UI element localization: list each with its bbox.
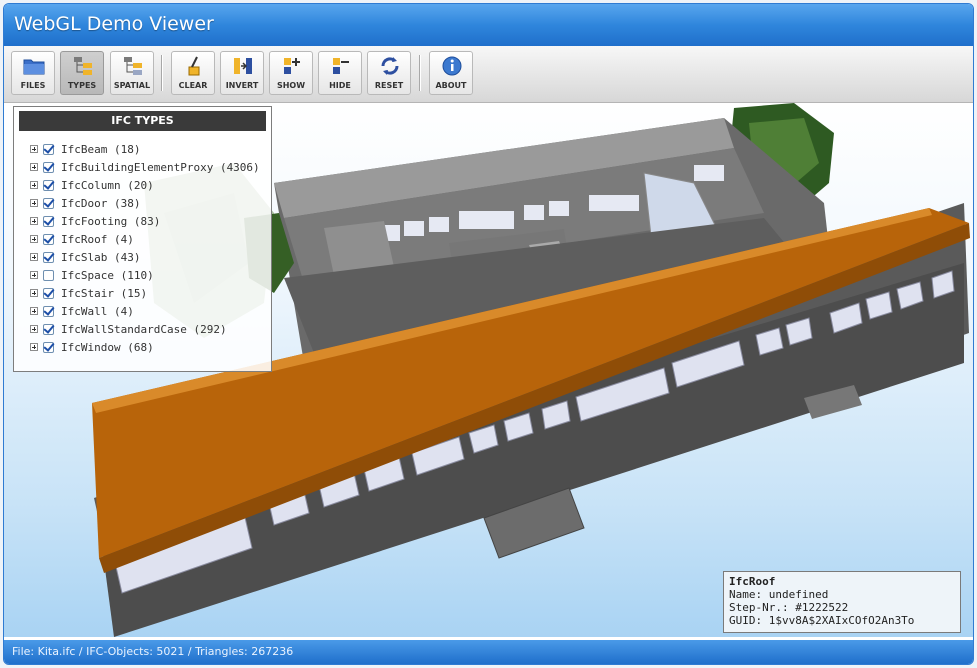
type-label: IfcBeam (18) (61, 143, 141, 156)
selection-info-box: IfcRoof Name: undefined Step-Nr.: #12225… (723, 571, 961, 633)
selected-step: Step-Nr.: #1222522 (729, 601, 849, 614)
expand-icon[interactable] (30, 235, 38, 243)
app-title: WebGL Demo Viewer (14, 13, 214, 35)
types-tree-icon (74, 57, 92, 75)
types-button[interactable]: TYPES (60, 51, 104, 95)
clear-icon (188, 56, 200, 76)
invert-button[interactable]: INVERT (220, 51, 264, 95)
type-label: IfcWall (4) (61, 305, 134, 318)
spatial-tree-icon (124, 57, 142, 75)
type-label: IfcWindow (68) (61, 341, 154, 354)
type-checkbox[interactable] (43, 162, 54, 173)
expand-icon[interactable] (30, 325, 38, 333)
toolbar: FILES TYPES SPATIAL CLEAR INVERT SHOW HI… (4, 46, 973, 103)
hide-button[interactable]: HIDE (318, 51, 362, 95)
expand-icon[interactable] (30, 343, 38, 351)
type-checkbox[interactable] (43, 270, 54, 281)
type-tree-item[interactable]: IfcBuildingElementProxy (4306) (14, 159, 271, 177)
type-tree-item[interactable]: IfcRoof (4) (14, 231, 271, 249)
type-label: IfcSpace (110) (61, 269, 154, 282)
type-label: IfcWallStandardCase (292) (61, 323, 227, 336)
type-label: IfcRoof (4) (61, 233, 134, 246)
type-checkbox[interactable] (43, 144, 54, 155)
expand-icon[interactable] (30, 253, 38, 261)
files-button[interactable]: FILES (11, 51, 55, 95)
hide-icon (333, 58, 349, 74)
title-bar: WebGL Demo Viewer (4, 4, 973, 46)
expand-icon[interactable] (30, 199, 38, 207)
expand-icon[interactable] (30, 163, 38, 171)
expand-icon[interactable] (30, 271, 38, 279)
expand-icon[interactable] (30, 217, 38, 225)
type-tree-item[interactable]: IfcWallStandardCase (292) (14, 321, 271, 339)
type-tree-item[interactable]: IfcStair (15) (14, 285, 271, 303)
type-tree-item[interactable]: IfcFooting (83) (14, 213, 271, 231)
type-label: IfcFooting (83) (61, 215, 161, 228)
type-tree-item[interactable]: IfcBeam (18) (14, 141, 271, 159)
reset-button[interactable]: RESET (367, 51, 411, 95)
selected-guid: GUID: 1$vv8A$2XAIxCOfO2An3To (729, 614, 915, 627)
toolbar-separator (161, 55, 163, 91)
3d-viewport[interactable]: IFC TYPES IfcBeam (18) IfcBuildingElement… (4, 103, 973, 637)
reset-icon (381, 57, 399, 75)
about-button[interactable]: ABOUT (429, 51, 473, 95)
type-checkbox[interactable] (43, 306, 54, 317)
ifc-type-tree: IfcBeam (18) IfcBuildingElementProxy (430… (14, 141, 271, 357)
type-checkbox[interactable] (43, 342, 54, 353)
toolbar-separator (419, 55, 421, 91)
ifc-types-panel: IFC TYPES IfcBeam (18) IfcBuildingElement… (13, 106, 272, 372)
type-checkbox[interactable] (43, 234, 54, 245)
type-label: IfcSlab (43) (61, 251, 141, 264)
show-button[interactable]: SHOW (269, 51, 313, 95)
type-tree-item[interactable]: IfcWindow (68) (14, 339, 271, 357)
type-label: IfcColumn (20) (61, 179, 154, 192)
clear-button[interactable]: CLEAR (171, 51, 215, 95)
type-tree-item[interactable]: IfcDoor (38) (14, 195, 271, 213)
selected-name: Name: undefined (729, 588, 829, 601)
type-label: IfcBuildingElementProxy (4306) (61, 161, 260, 174)
type-checkbox[interactable] (43, 324, 54, 335)
type-checkbox[interactable] (43, 216, 54, 227)
expand-icon[interactable] (30, 307, 38, 315)
expand-icon[interactable] (30, 181, 38, 189)
type-checkbox[interactable] (43, 180, 54, 191)
folder-icon (23, 59, 45, 75)
type-label: IfcDoor (38) (61, 197, 141, 210)
type-label: IfcStair (15) (61, 287, 148, 300)
show-icon (284, 58, 300, 74)
expand-icon[interactable] (30, 145, 38, 153)
type-tree-item[interactable]: IfcWall (4) (14, 303, 271, 321)
info-icon (442, 56, 462, 76)
panel-title: IFC TYPES (19, 111, 266, 131)
type-checkbox[interactable] (43, 288, 54, 299)
type-tree-item[interactable]: IfcSpace (110) (14, 267, 271, 285)
expand-icon[interactable] (30, 289, 38, 297)
status-text: File: Kita.ifc / IFC-Objects: 5021 / Tri… (12, 645, 294, 658)
type-checkbox[interactable] (43, 252, 54, 263)
type-checkbox[interactable] (43, 198, 54, 209)
status-bar: File: Kita.ifc / IFC-Objects: 5021 / Tri… (4, 640, 973, 664)
type-tree-item[interactable]: IfcSlab (43) (14, 249, 271, 267)
type-tree-item[interactable]: IfcColumn (20) (14, 177, 271, 195)
invert-icon (234, 58, 252, 74)
spatial-button[interactable]: SPATIAL (110, 51, 154, 95)
app-window: WebGL Demo Viewer FILES TYPES SPATIAL CL… (3, 3, 974, 665)
selected-type: IfcRoof (729, 575, 776, 588)
